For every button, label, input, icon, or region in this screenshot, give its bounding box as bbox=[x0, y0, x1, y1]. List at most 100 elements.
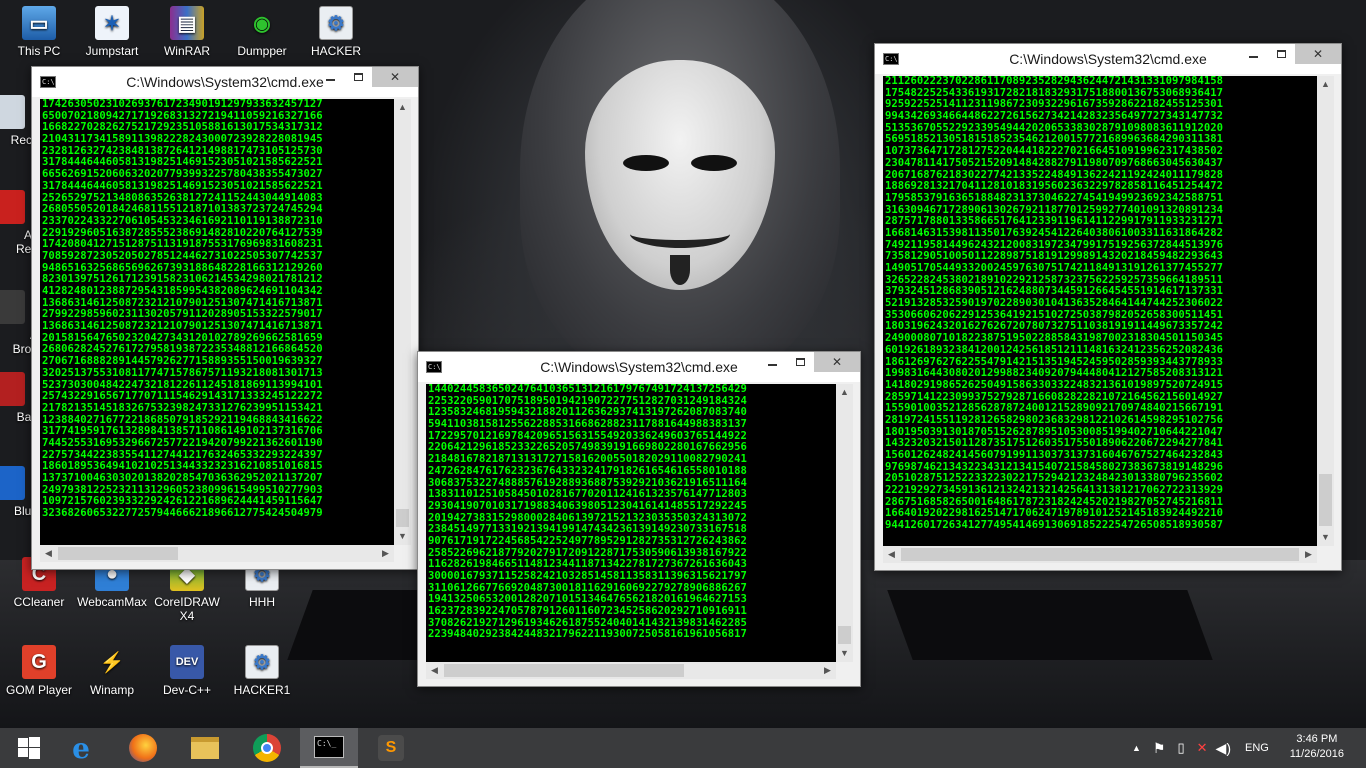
cmd-window-middle[interactable]: C:\ C:\Windows\System32\cmd.exe ✕ 144024… bbox=[417, 351, 861, 687]
firefox-icon bbox=[129, 734, 157, 762]
taskbar-cmd[interactable]: C:\_ bbox=[300, 728, 358, 768]
scrollbar-thumb[interactable] bbox=[838, 626, 851, 644]
desktop-icon-hacker1[interactable]: ⚙ HACKER1 bbox=[223, 645, 301, 697]
console-line: 1368631461250872321210790125130747141671… bbox=[42, 321, 323, 333]
scrollbar-thumb[interactable] bbox=[396, 509, 409, 527]
scrollbar-thumb[interactable] bbox=[444, 664, 684, 677]
cmd-window-right[interactable]: C:\ C:\Windows\System32\cmd.exe ✕ 211260… bbox=[874, 43, 1342, 571]
scroll-left-arrow-icon[interactable]: ◀ bbox=[40, 545, 57, 562]
close-button[interactable]: ✕ bbox=[1295, 44, 1341, 64]
console-line: 1097215760239332292426122168962444145911… bbox=[42, 496, 323, 508]
show-hidden-icons-chevron-up-icon[interactable]: ▲ bbox=[1132, 743, 1141, 753]
horizontal-scrollbar[interactable]: ◀ ▶ bbox=[426, 662, 836, 679]
cmd-icon: C:\ bbox=[883, 53, 899, 65]
console-line: 1383110125105845010281677020112416132357… bbox=[428, 489, 747, 501]
desktop-icon-label: Winamp bbox=[89, 683, 134, 697]
action-center-flag-icon[interactable]: ⚑ bbox=[1153, 740, 1166, 757]
scroll-up-arrow-icon[interactable]: ▲ bbox=[394, 99, 411, 116]
acrobat-reader-icon bbox=[0, 190, 25, 224]
desktop-icon-label: This PC bbox=[17, 44, 61, 58]
cmd-window-left-titlebar[interactable]: C:\ C:\Windows\System32\cmd.exe ✕ bbox=[32, 67, 418, 97]
horizontal-scrollbar[interactable]: ◀ ▶ bbox=[40, 545, 394, 562]
console-line: 9486516325686569626739318864822816631212… bbox=[42, 262, 323, 274]
taskbar-sublime[interactable]: S bbox=[362, 728, 420, 768]
maximize-button[interactable] bbox=[344, 67, 372, 87]
scroll-right-arrow-icon[interactable]: ▶ bbox=[819, 662, 836, 679]
close-icon: ✕ bbox=[389, 70, 401, 84]
console-line: 2184816782187131317271581620055018202911… bbox=[428, 454, 747, 466]
cmd-window-middle-titlebar[interactable]: C:\ C:\Windows\System32\cmd.exe ✕ bbox=[418, 352, 860, 382]
minimize-button[interactable] bbox=[316, 67, 344, 87]
volume-icon[interactable]: ◀) bbox=[1216, 740, 1231, 757]
maximize-button[interactable] bbox=[786, 352, 814, 372]
desktop-icon-hacker[interactable]: ⚙ HACKER bbox=[297, 6, 375, 58]
console-line: 6019261893238412001242561851211148163241… bbox=[885, 344, 1224, 356]
desktop-icon-winamp[interactable]: ⚡ Winamp bbox=[73, 645, 151, 698]
console-line: 3110612667766920487300181162916069227927… bbox=[428, 582, 747, 594]
scroll-left-arrow-icon[interactable]: ◀ bbox=[883, 546, 900, 563]
console-line: 9943426934664486227261562734214283235649… bbox=[885, 111, 1224, 123]
close-icon: ✕ bbox=[1312, 47, 1324, 61]
horizontal-scrollbar[interactable]: ◀ ▶ bbox=[883, 546, 1317, 563]
language-indicator[interactable]: ENG bbox=[1245, 742, 1269, 754]
taskbar-file-explorer[interactable] bbox=[176, 728, 234, 768]
taskbar-chrome[interactable] bbox=[238, 728, 296, 768]
desktop-icon-winrar[interactable]: ▤ WinRAR bbox=[148, 6, 226, 58]
internet-explorer-icon: e bbox=[72, 731, 90, 765]
minimize-button[interactable] bbox=[1239, 44, 1267, 64]
console-line: 9259225251411231198672309322961673592862… bbox=[885, 99, 1224, 111]
console-line: 2275734422383554112744121763246533229322… bbox=[42, 449, 323, 461]
console-line: 3178444644605813198251469152305102158562… bbox=[42, 180, 323, 192]
console-line: 2472628476176232367643323241791826165461… bbox=[428, 465, 747, 477]
chrome-icon bbox=[253, 734, 281, 762]
clock[interactable]: 3:46 PM 11/26/2016 bbox=[1290, 732, 1344, 762]
console-line: 1664019202298162514717062471978910125214… bbox=[885, 508, 1224, 520]
network-icon[interactable]: ✕ bbox=[1197, 740, 1208, 756]
vertical-scrollbar[interactable]: ▲ ▼ bbox=[836, 384, 853, 662]
desktop-icon-gom-player[interactable]: G GOM Player bbox=[0, 645, 78, 697]
minimize-button[interactable] bbox=[758, 352, 786, 372]
scrollbar-thumb[interactable] bbox=[901, 548, 1299, 561]
console-line: 1073736471728127522044418222702166451091… bbox=[885, 146, 1224, 158]
maximize-button[interactable] bbox=[1267, 44, 1295, 64]
hacker-icon: ⚙ bbox=[319, 6, 353, 40]
taskbar-firefox[interactable] bbox=[114, 728, 172, 768]
console-line: 1560126248241456079199113037313731604676… bbox=[885, 450, 1224, 461]
scrollbar-thumb[interactable] bbox=[58, 547, 178, 560]
start-button[interactable] bbox=[0, 728, 58, 768]
taskbar-internet-explorer[interactable]: e bbox=[52, 728, 110, 768]
cmd-icon: C:\ bbox=[426, 361, 442, 373]
desktop-icon-this-pc[interactable]: ▭ This PC bbox=[0, 6, 78, 58]
this-pc-icon: ▭ bbox=[22, 6, 56, 40]
battery-icon[interactable]: ▯ bbox=[1177, 740, 1184, 756]
scroll-down-arrow-icon[interactable]: ▼ bbox=[836, 645, 853, 662]
bandicam-icon bbox=[0, 372, 25, 406]
scroll-left-arrow-icon[interactable]: ◀ bbox=[426, 662, 443, 679]
devcpp-icon: DEV bbox=[170, 645, 204, 679]
console-output[interactable]: 2112602223702286117089235282943624472143… bbox=[883, 76, 1317, 546]
desktop-icon-label: Dev-C++ bbox=[162, 683, 212, 697]
scroll-up-arrow-icon[interactable]: ▲ bbox=[836, 384, 853, 401]
scroll-down-arrow-icon[interactable]: ▼ bbox=[1317, 529, 1334, 546]
scroll-right-arrow-icon[interactable]: ▶ bbox=[377, 545, 394, 562]
close-button[interactable]: ✕ bbox=[814, 352, 860, 372]
console-line: 3265228245380218910229212587323756225925… bbox=[885, 274, 1224, 286]
desktop-icon-devcpp[interactable]: DEV Dev-C++ bbox=[148, 645, 226, 697]
cmd-window-right-titlebar[interactable]: C:\ C:\Windows\System32\cmd.exe ✕ bbox=[875, 44, 1341, 74]
console-output[interactable]: 1440244583650247641036513121617976749172… bbox=[426, 384, 836, 662]
scroll-down-arrow-icon[interactable]: ▼ bbox=[394, 528, 411, 545]
console-line: 2574322916567177071115462914317133324512… bbox=[42, 391, 323, 403]
scrollbar-thumb[interactable] bbox=[1319, 474, 1332, 526]
scroll-up-arrow-icon[interactable]: ▲ bbox=[1317, 76, 1334, 93]
cmd-window-left[interactable]: C:\ C:\Windows\System32\cmd.exe ✕ 174263… bbox=[31, 66, 419, 570]
vertical-scrollbar[interactable]: ▲ ▼ bbox=[394, 99, 411, 545]
scroll-right-arrow-icon[interactable]: ▶ bbox=[1300, 546, 1317, 563]
console-line: 5941103815812556228853166862882311788164… bbox=[428, 419, 747, 431]
console-output[interactable]: 1742630502310269376172349019129793363245… bbox=[40, 99, 394, 545]
close-button[interactable]: ✕ bbox=[372, 67, 418, 87]
desktop-icon-dumpper[interactable]: ◉ Dumpper bbox=[223, 6, 301, 59]
desktop-icon-label: WebcamMax bbox=[77, 595, 147, 609]
desktop-icon-jumpstart[interactable]: ✶ Jumpstart bbox=[73, 6, 151, 58]
desktop-icon-label: GOM Player bbox=[5, 683, 72, 697]
vertical-scrollbar[interactable]: ▲ ▼ bbox=[1317, 76, 1334, 546]
